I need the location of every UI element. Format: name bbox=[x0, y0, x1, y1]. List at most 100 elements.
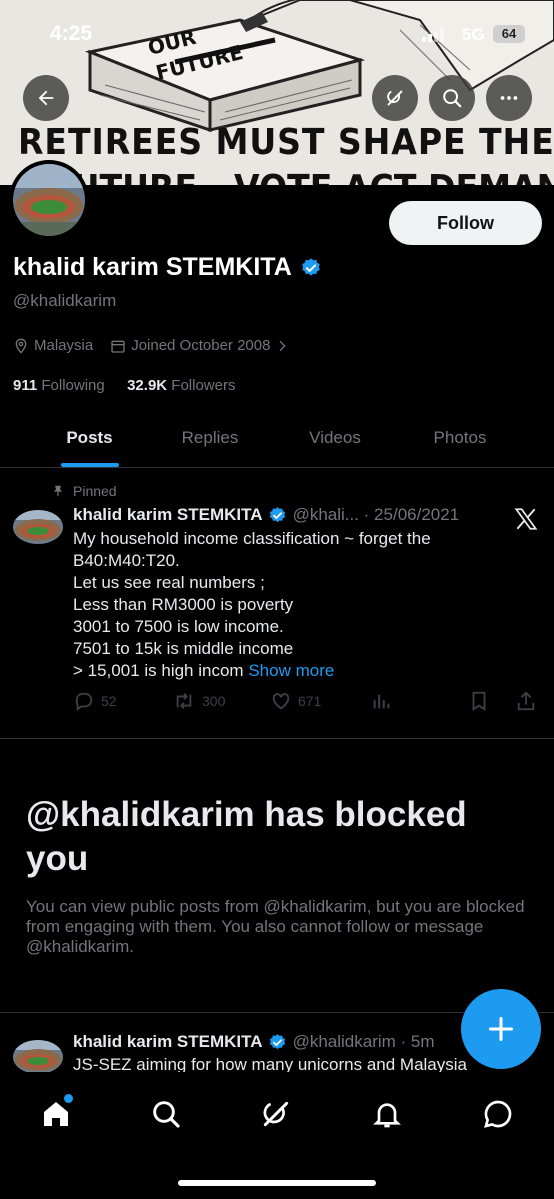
post-actions: 52 300 671 bbox=[73, 690, 543, 716]
verified-badge-icon[interactable] bbox=[300, 257, 322, 279]
banner-caption-line2: FUTURE - VOTE ACT DEMAND bbox=[50, 168, 554, 185]
status-bar: 4:25 5G 64 bbox=[0, 0, 554, 70]
like-button[interactable]: 671 bbox=[270, 690, 321, 712]
post-author-name[interactable]: khalid karim STEMKITA bbox=[73, 505, 263, 525]
notification-dot bbox=[64, 1094, 73, 1103]
plus-icon bbox=[488, 1016, 514, 1042]
bookmark-button[interactable] bbox=[468, 690, 496, 712]
nav-messages[interactable] bbox=[480, 1096, 516, 1132]
reply-button[interactable]: 52 bbox=[73, 690, 117, 712]
post-line: B40:M40:T20. bbox=[73, 551, 180, 570]
post-line: Less than RM3000 is poverty bbox=[73, 595, 294, 614]
following-label: Following bbox=[41, 377, 105, 394]
follow-button[interactable]: Follow bbox=[389, 201, 542, 245]
grok-icon bbox=[387, 90, 403, 106]
profile-avatar[interactable] bbox=[9, 160, 89, 240]
tab-videos[interactable]: Videos bbox=[241, 410, 429, 466]
tab-photos[interactable]: Photos bbox=[429, 410, 491, 466]
calendar-icon bbox=[111, 340, 125, 353]
search-button[interactable] bbox=[429, 75, 475, 121]
repost-count: 300 bbox=[202, 693, 226, 709]
more-button[interactable] bbox=[486, 75, 532, 121]
post-author-name[interactable]: khalid karim STEMKITA bbox=[73, 1032, 263, 1052]
followers-link[interactable]: 32.9K Followers bbox=[127, 377, 235, 394]
location-text: Malaysia bbox=[34, 337, 94, 354]
network-type: 5G bbox=[462, 25, 485, 44]
post-header: khalid karim STEMKITA @khali... · 25/06/… bbox=[73, 505, 459, 525]
divider bbox=[0, 738, 554, 739]
reply-icon bbox=[75, 692, 93, 712]
arrow-left-icon bbox=[38, 90, 54, 106]
notifications-icon bbox=[373, 1103, 401, 1128]
home-indicator bbox=[178, 1180, 376, 1186]
chevron-right-icon bbox=[279, 340, 287, 351]
signal-icon bbox=[422, 28, 444, 42]
views-icon bbox=[373, 694, 390, 709]
back-button[interactable] bbox=[23, 75, 69, 121]
follow-stats: 911 Following 32.9K Followers bbox=[13, 377, 235, 394]
compose-button[interactable] bbox=[461, 989, 541, 1069]
repost-icon bbox=[176, 693, 192, 709]
profile-tabs: Posts Replies Videos Photos bbox=[0, 410, 554, 468]
messages-icon bbox=[484, 1100, 512, 1128]
following-link[interactable]: 911 Following bbox=[13, 377, 105, 394]
show-more-link[interactable]: Show more bbox=[248, 661, 334, 680]
banner-caption-line1: RETIREES MUST SHAPE THEIR bbox=[18, 122, 554, 163]
x-logo-icon bbox=[514, 508, 538, 530]
reply-count: 52 bbox=[101, 693, 117, 709]
repost-button[interactable]: 300 bbox=[172, 690, 225, 712]
location-pin-icon bbox=[15, 338, 27, 354]
blocked-message: You can view public posts from @khalidka… bbox=[26, 897, 525, 956]
heart-icon bbox=[272, 693, 290, 710]
tab-label: Replies bbox=[181, 428, 239, 447]
like-count: 671 bbox=[298, 693, 322, 709]
post-line: > 15,001 is high incom bbox=[73, 661, 244, 680]
post-handle-time: @khalidkarim · 5m bbox=[292, 1032, 435, 1051]
post-line: 7501 to 15k is middle income bbox=[73, 639, 294, 658]
joined-item[interactable]: Joined October 2008 bbox=[110, 337, 295, 354]
stadium-image bbox=[13, 510, 63, 544]
post-avatar[interactable] bbox=[13, 510, 63, 544]
post-line: 3001 to 7500 is low income. bbox=[73, 617, 284, 636]
nav-notifications[interactable] bbox=[369, 1096, 405, 1132]
tab-label: Videos bbox=[309, 428, 361, 447]
tab-posts[interactable]: Posts bbox=[0, 410, 179, 467]
views-button[interactable] bbox=[370, 690, 398, 712]
more-horizontal-icon bbox=[500, 96, 518, 100]
following-count: 911 bbox=[13, 377, 38, 394]
pin-icon bbox=[53, 485, 63, 497]
bookmark-icon bbox=[472, 691, 486, 711]
verified-badge-icon bbox=[269, 1033, 285, 1049]
tab-replies[interactable]: Replies bbox=[179, 410, 241, 466]
post-avatar[interactable] bbox=[13, 1040, 63, 1074]
post-header: khalid karim STEMKITA @khalidkarim · 5m bbox=[73, 1032, 435, 1052]
stadium-image bbox=[13, 164, 85, 236]
profile-name-row: khalid karim STEMKITA bbox=[13, 253, 322, 282]
battery-icon: 64 bbox=[493, 25, 525, 43]
grok-button[interactable] bbox=[372, 75, 418, 121]
post-handle-date: @khali... · 25/06/2021 bbox=[292, 505, 460, 524]
share-icon bbox=[517, 691, 535, 711]
nav-grok[interactable] bbox=[258, 1096, 294, 1132]
verified-badge-icon bbox=[269, 506, 285, 522]
stadium-image bbox=[13, 1040, 63, 1074]
tab-active-indicator bbox=[60, 463, 119, 467]
pinned-label: Pinned bbox=[73, 483, 117, 499]
joined-text: Joined October 2008 bbox=[131, 337, 271, 354]
tab-label: Photos bbox=[433, 428, 487, 447]
search-icon bbox=[443, 89, 462, 108]
location-item: Malaysia bbox=[13, 337, 93, 354]
nav-search[interactable] bbox=[148, 1096, 184, 1132]
blocked-title: @khalidkarim has blocked you bbox=[26, 795, 467, 878]
profile-display-name: khalid karim STEMKITA bbox=[13, 253, 292, 281]
nav-home[interactable] bbox=[38, 1094, 74, 1132]
post-line: Let us see real numbers ; bbox=[73, 573, 265, 592]
pinned-indicator: Pinned bbox=[51, 483, 117, 499]
post-text[interactable]: My household income classification ~ for… bbox=[73, 528, 493, 682]
share-button[interactable] bbox=[515, 690, 543, 712]
search-icon bbox=[153, 1101, 180, 1128]
status-time: 4:25 bbox=[50, 22, 93, 45]
grok-icon bbox=[263, 1101, 289, 1127]
followers-label: Followers bbox=[171, 377, 236, 394]
post-line: My household income classification ~ for… bbox=[73, 529, 431, 548]
